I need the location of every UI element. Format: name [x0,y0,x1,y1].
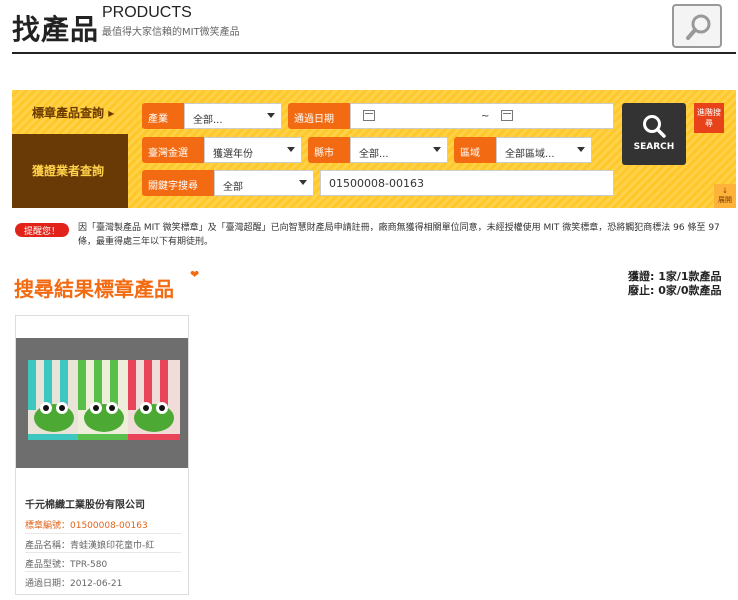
page-title: 找產品 [12,13,100,46]
advanced-search-button[interactable]: 進階搜尋 [694,103,724,133]
expand-button[interactable]: ↓ 展開 [714,184,736,208]
product-card[interactable]: 千元棉織工業股份有限公司 標章編號：01500008-00163 產品名稱：青蛙… [15,315,189,595]
notice-badge: 提醒您！ [15,223,69,237]
search-button[interactable]: SEARCH [622,103,686,165]
page-header: 找產品 PRODUCTS 最值得大家信賴的MIT微笑產品 [12,4,736,54]
search-icon [643,115,666,138]
city-select[interactable]: 全部... [350,137,448,163]
label-number: 標章編號：01500008-00163 [25,521,148,531]
results-title: 搜尋結果標章產品 [14,277,174,301]
tab-product-search[interactable]: 標章產品查詢 ▸ [12,98,128,126]
keyword-scope-select[interactable]: 全部 [214,170,314,196]
product-model: 產品型號：TPR-580 [25,552,181,571]
company-name[interactable]: 千元棉織工業股份有限公司 [25,496,181,514]
chevron-down-icon [299,180,307,185]
keyword-label: 關鍵字搜尋 [142,170,214,196]
calendar-icon[interactable] [363,110,375,121]
product-info: 千元棉織工業股份有限公司 標章編號：01500008-00163 產品名稱：青蛙… [25,496,181,590]
heart-icon: ❤ [190,268,200,281]
product-name: 產品名稱：青蛙漢娘印花童巾-紅 [25,533,181,552]
keyword-input[interactable]: 01500008-00163 [320,170,614,196]
chevron-down-icon [267,113,275,118]
date-range-input[interactable]: ~ [350,103,614,129]
date-label: 通過日期 [288,103,350,129]
page-title-en: PRODUCTS [102,4,192,21]
notice-text: 因「臺灣製產品 MIT 微笑標章」及「臺灣超醒」已向智慧財產局申請註冊，廠商無獲… [78,223,720,247]
pass-date: 通過日期：2012-06-21 [25,571,181,590]
industry-select[interactable]: 全部... [184,103,282,129]
award-year-select[interactable]: 獲選年份 [204,137,302,163]
district-select[interactable]: 全部區域... [496,137,592,163]
page-subtitle: 最值得大家信賴的MIT微笑產品 [102,27,240,38]
chevron-down-icon [433,147,441,152]
award-label: 臺灣金選 [142,137,204,163]
city-label: 縣市 [308,137,350,163]
tab-company-search[interactable]: 獲證業者查詢 [12,134,128,208]
stats-certified: 獲證: 1家/1款產品 [628,270,722,283]
stats-revoked: 廢止: 0家/0款產品 [628,284,722,297]
district-label: 區域 [454,137,496,163]
results-stats: 獲證: 1家/1款產品 廢止: 0家/0款產品 [628,270,738,298]
industry-label: 產業 [142,103,184,129]
arrow-right-icon: ▸ [108,106,115,120]
chevron-down-icon [287,147,295,152]
product-image[interactable] [16,338,188,468]
calendar-icon[interactable] [501,110,513,121]
arrow-down-icon: ↓ [722,187,728,195]
search-panel: 標章產品查詢 ▸ 獲證業者查詢 產業 全部... 通過日期 ~ 臺灣金選 獲選年… [12,90,736,208]
chevron-down-icon [577,147,585,152]
search-magnifier-icon [672,4,722,48]
